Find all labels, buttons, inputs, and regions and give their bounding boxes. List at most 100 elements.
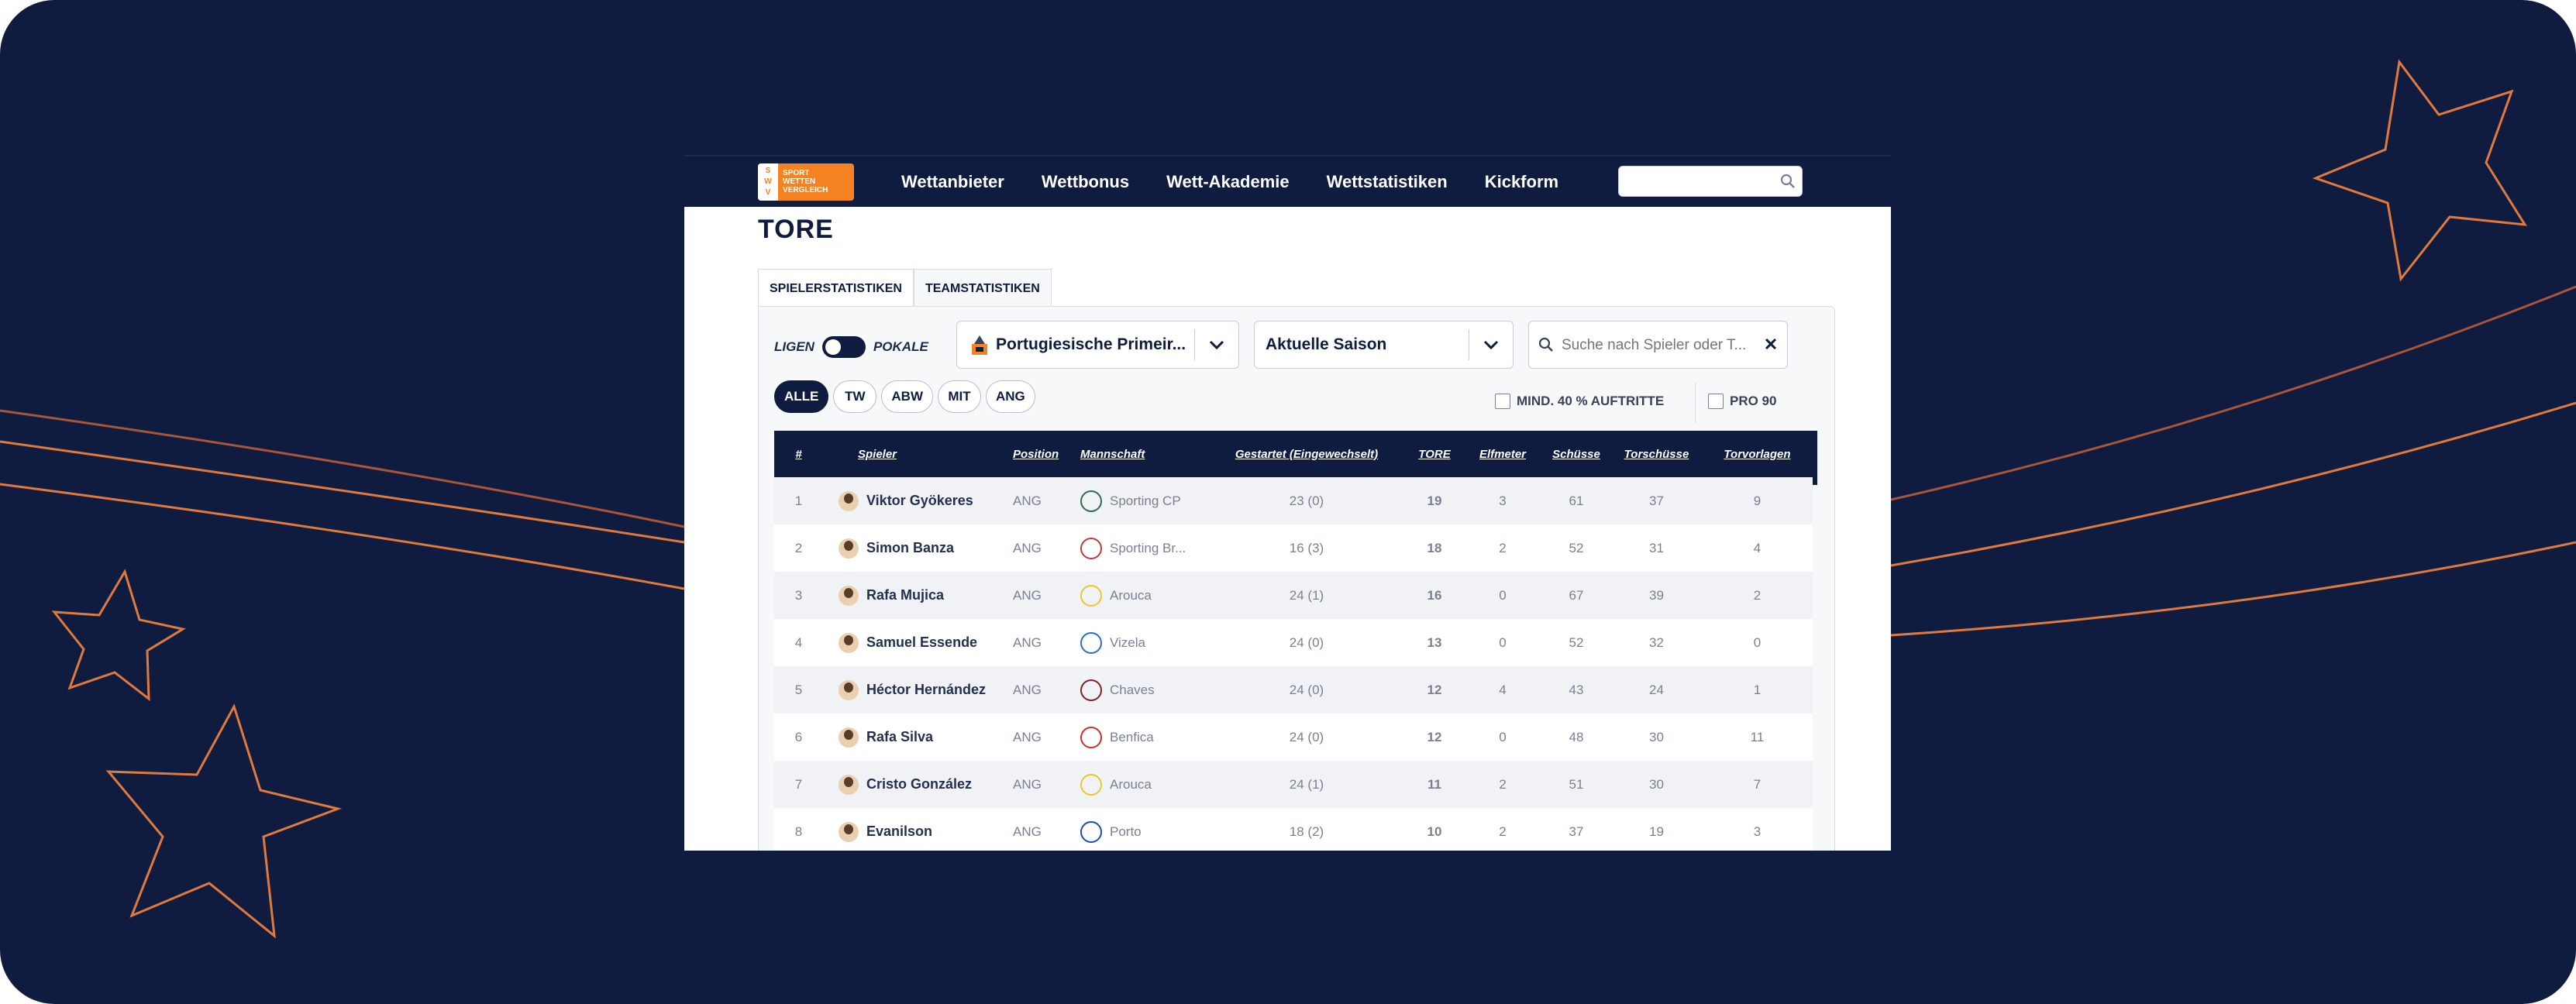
team-name[interactable]: Benfica [1110,730,1154,745]
per90-checkbox[interactable]: PRO 90 [1708,394,1776,409]
table-row[interactable]: 5 Héctor Hernández ANG Chaves 24 (0) 12 … [774,666,1813,713]
stats-tabs: SPIELERSTATISTIKEN TEAMSTATISTIKEN [758,269,1052,308]
table-scrollbar[interactable] [1813,431,1817,485]
table-row[interactable]: 8 Evanilson ANG Porto 18 (2) 10 2 37 19 … [774,808,1813,851]
shots-cell: 52 [1541,524,1611,572]
nav-search [1618,166,1803,197]
site-logo[interactable]: S W V SPORT WETTEN VERGLEICH [758,163,854,201]
checkbox[interactable] [1708,394,1724,409]
header-spieler[interactable]: Spieler [823,431,1013,477]
header-gestartet[interactable]: Gestartet (Eingewechselt) [1208,431,1405,477]
player-name[interactable]: Samuel Essende [866,634,977,651]
team-name[interactable]: Arouca [1110,588,1152,603]
table-row[interactable]: 2 Simon Banza ANG Sporting Br... 16 (3) … [774,524,1813,572]
min-appearances-checkbox[interactable]: MIND. 40 % AUFTRITTE [1495,394,1664,409]
player-name[interactable]: Rafa Mujica [866,587,944,603]
player-name[interactable]: Simon Banza [866,540,954,556]
on-target: 37 [1649,493,1664,508]
assists-cell: 11 [1702,713,1813,761]
player-name[interactable]: Cristo González [866,776,972,793]
assists-cell: 3 [1702,808,1813,851]
tab-spielerstatistiken[interactable]: SPIELERSTATISTIKEN [758,269,914,308]
nav-search-input[interactable] [1625,167,1775,196]
table-row[interactable]: 7 Cristo González ANG Arouca 24 (1) 11 2… [774,761,1813,808]
header-elfmeter[interactable]: Elfmeter [1464,431,1541,477]
table-row[interactable]: 4 Samuel Essende ANG Vizela 24 (0) 13 0 … [774,619,1813,666]
team-name[interactable]: Chaves [1110,683,1155,698]
on-target: 39 [1649,587,1664,603]
header-tore[interactable]: TORE [1405,431,1464,477]
nav-link-wettbonus[interactable]: Wettbonus [1042,172,1129,192]
chevron-down-icon[interactable] [1469,329,1513,360]
player-name[interactable]: Viktor Gyökeres [866,493,973,509]
assists: 11 [1750,729,1765,744]
shots: 67 [1569,587,1584,603]
position-pill-ang[interactable]: ANG [986,380,1035,413]
player-avatar [839,632,859,653]
rank: 8 [794,823,803,839]
decor-curve [0,409,685,528]
goals: 18 [1427,540,1442,555]
header-schuesse[interactable]: Schüsse [1541,431,1611,477]
header-position[interactable]: Position [1013,431,1080,477]
player-name[interactable]: Rafa Silva [866,729,933,745]
team-crest-icon [1080,679,1102,701]
header-rank[interactable]: # [774,431,823,477]
shots: 52 [1569,634,1584,650]
on-target: 32 [1649,634,1664,650]
team-name[interactable]: Arouca [1110,777,1152,793]
per90-label: PRO 90 [1730,394,1777,408]
header-torschuesse[interactable]: Torschüsse [1611,431,1702,477]
team-name[interactable]: Sporting CP [1110,493,1181,509]
position-pill-abw[interactable]: ABW [881,380,933,413]
started: 18 (2) [1289,823,1324,839]
table-row[interactable]: 6 Rafa Silva ANG Benfica 24 (0) 12 0 48 … [774,713,1813,761]
player-search-input[interactable] [1560,332,1757,359]
penalties-cell: 2 [1464,808,1541,851]
logo-letters: S W V [758,163,778,201]
ligen-pokale-switch[interactable] [821,336,866,358]
clear-icon[interactable] [1764,337,1778,351]
header-mannschaft[interactable]: Mannschaft [1080,431,1208,477]
position: ANG [1013,587,1042,603]
season-select[interactable]: Aktuelle Saison [1254,321,1514,369]
competition-toggle: LIGEN POKALE [774,336,928,358]
started-cell: 23 (0) [1208,477,1405,524]
rank-cell: 3 [774,572,823,619]
position-pill-mit[interactable]: MIT [938,380,981,413]
started: 24 (1) [1289,776,1324,792]
player-cell: Evanilson [823,808,1013,851]
on-target: 30 [1649,776,1664,792]
player-name[interactable]: Héctor Hernández [866,682,986,698]
nav-link-wettanbieter[interactable]: Wettanbieter [901,172,1004,192]
team-name[interactable]: Sporting Br... [1110,541,1186,556]
nav-link-kickform[interactable]: Kickform [1485,172,1558,192]
assists-cell: 7 [1702,761,1813,808]
shots: 48 [1569,729,1584,744]
table-row[interactable]: 3 Rafa Mujica ANG Arouca 24 (1) 16 0 67 … [774,572,1813,619]
search-icon[interactable] [1780,174,1796,189]
penalties-cell: 0 [1464,713,1541,761]
tab-teamstatistiken[interactable]: TEAMSTATISTIKEN [913,269,1052,308]
header-torvorlagen[interactable]: Torvorlagen [1702,431,1813,477]
position-pill-alle[interactable]: ALLE [774,380,829,413]
checkbox[interactable] [1495,394,1510,409]
rank: 1 [794,493,803,508]
shots-cell: 43 [1541,666,1611,713]
table-row[interactable]: 1 Viktor Gyökeres ANG Sporting CP 23 (0)… [774,477,1813,524]
chevron-down-icon[interactable] [1194,329,1238,360]
team-crest-icon [1080,820,1102,843]
team-name[interactable]: Porto [1110,824,1142,840]
player-name[interactable]: Evanilson [866,823,932,840]
started-cell: 24 (0) [1208,666,1405,713]
position-cell: ANG [1013,572,1080,619]
team-name[interactable]: Vizela [1110,635,1145,651]
position-pill-tw[interactable]: TW [833,380,877,413]
started-cell: 24 (1) [1208,761,1405,808]
nav-link-wettstatistiken[interactable]: Wettstatistiken [1327,172,1448,192]
team-crest-icon [1080,773,1102,796]
team-crest-icon [1080,726,1102,748]
penalties: 2 [1499,540,1507,555]
league-select[interactable]: Portugiesische Primeir... [956,321,1239,369]
nav-link-wett-akademie[interactable]: Wett-Akademie [1166,172,1290,192]
